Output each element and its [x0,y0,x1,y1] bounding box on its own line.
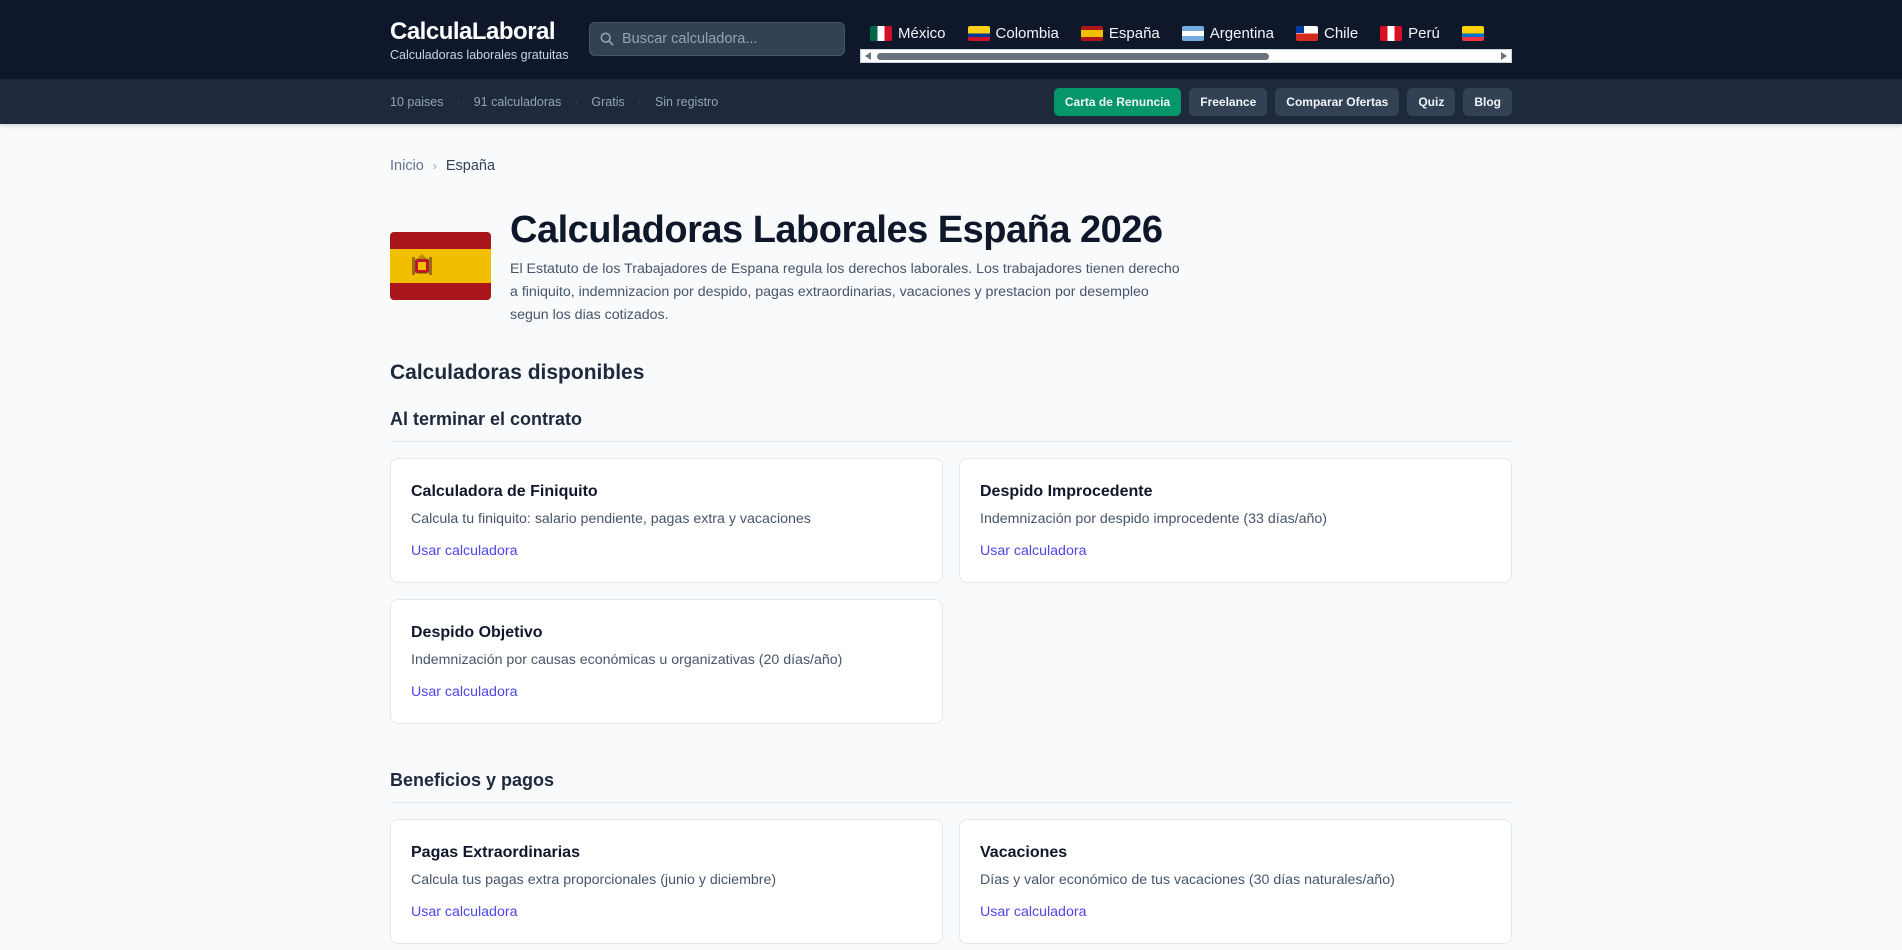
breadcrumb-current: España [445,158,496,174]
use-calculator-link[interactable]: Usar calculadora [411,684,517,700]
country-link-spain[interactable]: España [1080,20,1160,46]
country-link-chile[interactable]: Chile [1295,20,1359,46]
colombia-flag-icon [967,25,990,41]
country-label: Argentina [1209,24,1274,42]
calculator-grid: Pagas Extraordinarias Calcula tus pagas … [390,819,1512,944]
card-title: Calculadora de Finiquito [411,483,598,500]
stat-calculators: 91 calculadoras [473,95,562,109]
country-list[interactable]: México Colombia España Argentina Chile P… [860,20,1512,46]
chevron-right-icon: › [432,159,437,173]
country-label: España [1108,24,1160,42]
page-title: Calculadoras Laborales España 2026 [510,209,1163,251]
stat-no-signup: Sin registro [654,95,719,109]
country-link-argentina[interactable]: Argentina [1181,20,1274,46]
brand[interactable]: CalculaLaboral Calculadoras laborales gr… [390,18,569,62]
country-label: Perú [1408,24,1440,42]
site-stats: 10 paises · 91 calculadoras · Gratis · S… [390,95,718,109]
country-link-peru[interactable]: Perú [1380,20,1440,46]
blog-button[interactable]: Blog [1463,88,1512,116]
search-box[interactable] [589,22,845,56]
country-nav: México Colombia España Argentina Chile P… [860,20,1512,66]
card-description: Indemnización por causas económicas u or… [411,652,843,668]
dot-separator: · [456,95,461,109]
card-title: Pagas Extraordinarias [411,844,580,861]
use-calculator-link[interactable]: Usar calculadora [980,543,1086,559]
stat-free: Gratis [591,95,625,109]
compare-offers-button[interactable]: Comparar Ofertas [1275,88,1400,116]
chile-flag-icon [1295,25,1318,41]
calculator-card-despido-objetivo[interactable]: Despido Objetivo Indemnización por causa… [390,599,943,724]
main-content: Inicio › España Calculadoras Laborales E… [390,124,1512,944]
card-title: Vacaciones [980,844,1068,861]
group-title: Beneficios y pagos [390,770,1512,803]
card-title: Despido Improcedente [980,483,1153,500]
card-description: Días y valor económico de tus vacaciones… [980,872,1395,888]
card-title: Despido Objetivo [411,624,543,641]
use-calculator-link[interactable]: Usar calculadora [980,904,1086,920]
calculator-card-despido-improcedente[interactable]: Despido Improcedente Indemnización por d… [959,458,1512,583]
quiz-button[interactable]: Quiz [1407,88,1456,116]
page-description: El Estatuto de los Trabajadores de Espan… [510,261,1180,323]
argentina-flag-icon [1181,25,1204,41]
card-description: Calcula tus pagas extra proporcionales (… [411,872,777,888]
use-calculator-link[interactable]: Usar calculadora [411,543,517,559]
top-header: CalculaLaboral Calculadoras laborales gr… [0,0,1902,80]
calculator-group-contract-end: Al terminar el contrato Calculadora de F… [390,409,1512,724]
peru-flag-icon [1380,25,1403,41]
freelance-button[interactable]: Freelance [1189,88,1268,116]
country-link-mexico[interactable]: México [870,20,946,46]
breadcrumb-home[interactable]: Inicio [390,158,424,174]
use-calculator-link[interactable]: Usar calculadora [411,904,517,920]
country-scrollbar[interactable] [860,49,1512,63]
scrollbar-thumb[interactable] [877,53,1269,60]
brand-tagline: Calculadoras laborales gratuitas [390,48,569,62]
section-title: Calculadoras disponibles [390,361,645,384]
spain-flag-icon [390,232,491,300]
scroll-right-arrow-icon[interactable] [1501,52,1507,60]
dot-separator: · [637,95,642,109]
search-input[interactable] [622,31,832,47]
country-link-colombia[interactable]: Colombia [967,20,1059,46]
mexico-flag-icon [870,25,892,41]
dot-separator: · [574,95,579,109]
scroll-left-arrow-icon[interactable] [865,52,871,60]
calculator-card-vacaciones[interactable]: Vacaciones Días y valor económico de tus… [959,819,1512,944]
country-link-ecuador[interactable] [1461,20,1490,46]
sub-navbar: 10 paises · 91 calculadoras · Gratis · S… [0,80,1902,124]
calculator-group-benefits: Beneficios y pagos Pagas Extraordinarias… [390,770,1512,944]
ecuador-flag-icon [1461,25,1484,41]
breadcrumb: Inicio › España [390,158,1512,174]
resignation-letter-button[interactable]: Carta de Renuncia [1053,88,1182,116]
brand-logo[interactable]: CalculaLaboral [390,18,569,46]
coat-of-arms-icon [412,254,432,275]
quick-links: Carta de Renuncia Freelance Comparar Ofe… [1053,88,1512,116]
country-hero: Calculadoras Laborales España 2026 El Es… [390,208,1512,327]
calculator-grid: Calculadora de Finiquito Calcula tu fini… [390,458,1512,724]
calculator-card-pagas-extra[interactable]: Pagas Extraordinarias Calcula tus pagas … [390,819,943,944]
country-label: Colombia [995,24,1059,42]
country-label: México [898,24,946,42]
group-title: Al terminar el contrato [390,409,1512,442]
stat-countries: 10 paises [390,95,444,109]
calculator-card-finiquito[interactable]: Calculadora de Finiquito Calcula tu fini… [390,458,943,583]
country-label: Chile [1323,24,1359,42]
spain-flag-icon [1080,25,1103,41]
card-description: Calcula tu finiquito: salario pendiente,… [411,511,811,527]
search-icon [600,32,614,46]
card-description: Indemnización por despido improcedente (… [980,511,1328,527]
